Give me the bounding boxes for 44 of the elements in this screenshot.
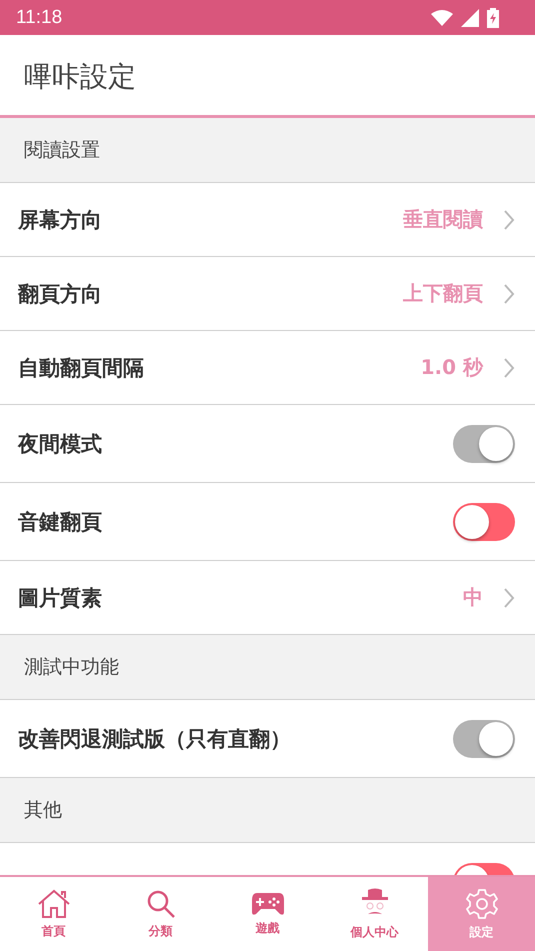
- setting-label: 音鍵翻頁: [18, 508, 103, 536]
- chevron-icon: [503, 356, 515, 378]
- battery-icon: [487, 8, 499, 28]
- search-icon: [146, 888, 176, 918]
- wifi-icon: [431, 10, 453, 26]
- gamepad-icon: [250, 892, 284, 916]
- setting-value: 垂直閱讀: [403, 206, 483, 233]
- nav-label: 設定: [470, 924, 494, 940]
- settings-row[interactable]: 屏幕方向 垂直閱讀: [0, 183, 535, 257]
- section-title: 閱讀設置: [24, 138, 100, 163]
- chevron-icon: [503, 208, 515, 230]
- nav-tab[interactable]: 遊戲: [214, 877, 321, 951]
- settings-row[interactable]: 夜間模式: [0, 405, 535, 483]
- setting-value: 上下翻頁: [403, 280, 483, 307]
- setting-label: 自動翻頁間隔: [18, 354, 145, 382]
- setting-value: 1.0 秒: [420, 354, 483, 381]
- setting-label: 圖片質素: [18, 584, 103, 612]
- nav-label: 分類: [148, 922, 172, 940]
- setting-label: 翻頁方向: [18, 280, 103, 308]
- chevron-icon: [503, 282, 515, 304]
- section-title: 測試中功能: [24, 655, 119, 680]
- setting-label: 夜間模式: [18, 430, 103, 458]
- settings-row[interactable]: 翻頁方向 上下翻頁: [0, 257, 535, 331]
- nav-tab[interactable]: 首頁: [0, 877, 107, 951]
- nav-tab[interactable]: 分類: [107, 877, 214, 951]
- signal-icon: [461, 8, 479, 26]
- status-time: 11:18: [16, 6, 62, 28]
- nav-label: 個人中心: [350, 924, 398, 940]
- toggle-switch[interactable]: [453, 424, 515, 462]
- settings-row[interactable]: 音鍵翻頁: [0, 483, 535, 561]
- settings-row[interactable]: 自動翻頁間隔 1.0 秒: [0, 331, 535, 405]
- setting-value: 中: [463, 584, 483, 611]
- nav-label: 首頁: [42, 922, 66, 940]
- setting-label: 改善閃退測試版（只有直翻）: [18, 726, 292, 752]
- settings-icon: [466, 888, 498, 920]
- nav-label: 遊戲: [256, 920, 280, 936]
- home-icon: [36, 888, 70, 918]
- nav-tab[interactable]: 個人中心: [321, 877, 428, 951]
- section-title: 其他: [24, 798, 62, 823]
- toggle-switch[interactable]: [453, 502, 515, 540]
- page-title: 嗶咔設定: [24, 59, 136, 95]
- toggle-switch[interactable]: [453, 720, 515, 758]
- chevron-icon: [503, 586, 515, 608]
- setting-label: 屏幕方向: [18, 206, 103, 234]
